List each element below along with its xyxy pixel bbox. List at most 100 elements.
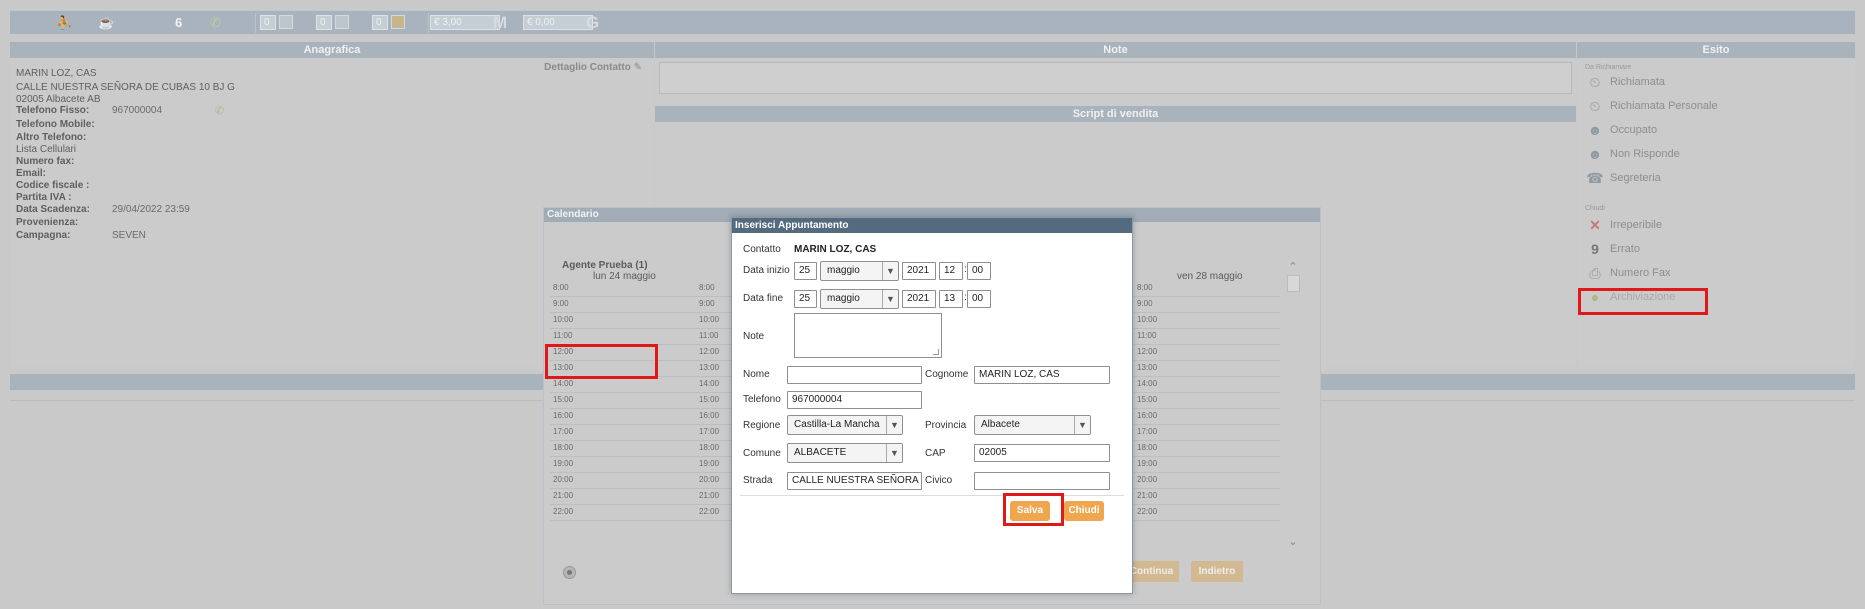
chevron-down-icon: ▼ [886, 416, 902, 434]
telefono-input[interactable]: 967000004 [787, 391, 922, 409]
calendar-slot[interactable]: 10:00 [696, 313, 736, 329]
calendar-slot[interactable]: 17:00 [1134, 425, 1280, 441]
provincia-select[interactable]: Albacete ▼ [974, 415, 1091, 435]
data-inizio-day-input[interactable]: 25 [794, 262, 817, 280]
calendar-slot[interactable]: 13:00 [1134, 361, 1280, 377]
note-textarea[interactable] [794, 313, 942, 358]
edit-icon: ✎ [633, 62, 642, 73]
calendar-slot[interactable]: 9:00 [1134, 297, 1280, 313]
cognome-input[interactable]: MARIN LOZ, CAS [974, 366, 1110, 384]
calendar-slot[interactable]: 16:00 [550, 409, 696, 425]
calendar-slot[interactable]: 22:00 [550, 505, 696, 521]
coffee-icon[interactable]: ☕ [98, 15, 114, 30]
civico-input[interactable] [974, 472, 1110, 490]
calendar-column-2: 8:00 9:00 10:00 11:00 12:00 13:00 14:00 … [696, 281, 736, 521]
calendar-slot[interactable]: 21:00 [550, 489, 696, 505]
calendar-slot[interactable]: 14:00 [1134, 377, 1280, 393]
calendar-slot[interactable]: 12:00 [1134, 345, 1280, 361]
comune-select[interactable]: ALBACETE ▼ [787, 443, 903, 463]
calendar-slot[interactable]: 9:00 [550, 297, 696, 313]
calendar-slot[interactable]: 15:00 [550, 393, 696, 409]
number-nine-icon: 9 [1591, 241, 1599, 257]
lista-cellulari-link[interactable]: Lista Cellulari [16, 144, 76, 155]
calendar-slot[interactable]: 11:00 [1134, 329, 1280, 345]
esito-richiamata-personale[interactable]: ⏲ Richiamata Personale [1585, 96, 1718, 116]
chiudi-button[interactable]: Chiudi [1064, 501, 1104, 521]
indietro-button[interactable]: Indietro [1191, 561, 1243, 582]
calendar-slot[interactable]: 10:00 [1134, 313, 1280, 329]
calendar-slot[interactable]: 15:00 [1134, 393, 1280, 409]
calendar-slot[interactable]: 19:00 [550, 457, 696, 473]
calendar-slot[interactable]: 21:00 [696, 489, 736, 505]
data-inizio-label: Data inizio [743, 265, 790, 276]
calendar-slot[interactable]: 16:00 [1134, 409, 1280, 425]
campagna-value: SEVEN [112, 230, 146, 241]
data-inizio-minute-input[interactable]: 00 [967, 262, 991, 280]
calendar-slot[interactable]: 11:00 [550, 329, 696, 345]
calendar-slot[interactable]: 18:00 [1134, 441, 1280, 457]
cap-label: CAP [925, 448, 946, 459]
calendar-slot[interactable]: 8:00 [550, 281, 696, 297]
dettaglio-contatto-link[interactable]: Dettaglio Contatto ✎ [544, 62, 642, 73]
calendar-slot[interactable]: 22:00 [696, 505, 736, 521]
calendar-slot[interactable]: 18:00 [696, 441, 736, 457]
esito-irreperibile[interactable]: ✕ Irreperibile [1585, 215, 1662, 235]
chevron-up-icon[interactable]: ⌃ [1285, 260, 1301, 273]
calendar-slot[interactable]: 17:00 [550, 425, 696, 441]
esito-occupato[interactable]: ☻ Occupato [1585, 120, 1657, 140]
data-inizio-year-input[interactable]: 2021 [902, 262, 936, 280]
calendar-slot[interactable]: 19:00 [696, 457, 736, 473]
calendar-slot[interactable]: 22:00 [1134, 505, 1280, 521]
calendar-slot[interactable]: 10:00 [550, 313, 696, 329]
calendar-slot[interactable]: 18:00 [550, 441, 696, 457]
calendar-slot[interactable]: 20:00 [1134, 473, 1280, 489]
esito-richiamata[interactable]: ⏲ Richiamata [1585, 72, 1666, 92]
data-inizio-hour-input[interactable]: 12 [939, 262, 963, 280]
data-inizio-month-select[interactable]: maggio ▼ [820, 261, 899, 281]
esito-numero-fax[interactable]: ⎙ Numero Fax [1585, 263, 1670, 283]
calendar-slot[interactable]: 19:00 [1134, 457, 1280, 473]
strada-input[interactable]: CALLE NUESTRA SEÑORA DE CUBAS 10 [787, 472, 922, 490]
data-fine-minute-input[interactable]: 00 [967, 290, 991, 308]
person-no-answer-icon: ☻ [1587, 146, 1603, 162]
chevron-down-icon[interactable]: ⌄ [1285, 535, 1301, 548]
people-chart-icon[interactable]: ⛹ [56, 15, 72, 30]
calendar-slot[interactable]: 20:00 [550, 473, 696, 489]
toolbar-divider [428, 13, 429, 33]
calendar-slot[interactable]: 14:00 [696, 377, 736, 393]
esito-errato[interactable]: 9 Errato [1585, 239, 1640, 259]
phone-icon[interactable]: ✆ [210, 15, 221, 30]
calendar-slot[interactable]: 9:00 [696, 297, 736, 313]
esito-segreteria[interactable]: ☎ Segreteria [1585, 168, 1661, 188]
calendar-slot[interactable]: 14:00 [550, 377, 696, 393]
scrollbar-thumb[interactable] [1286, 275, 1300, 292]
calendar-slot[interactable]: 20:00 [696, 473, 736, 489]
calendar-slot[interactable]: 15:00 [696, 393, 736, 409]
calendar-slot[interactable]: 12:00 [696, 345, 736, 361]
esito-non-risponde[interactable]: ☻ Non Risponde [1585, 144, 1680, 164]
esito-panel: Esito Da Richiamare ⏲ Richiamata ⏲ Richiam… [1577, 42, 1855, 367]
calendar-slot[interactable]: 13:00 [696, 361, 736, 377]
contatto-value: MARIN LOZ, CAS [794, 244, 877, 255]
cap-input[interactable]: 02005 [974, 444, 1110, 462]
call-phone-icon[interactable]: ✆ [215, 104, 224, 117]
calendar-scrollbar[interactable]: ⌃ ⌄ [1285, 260, 1301, 548]
chevron-down-icon: ▼ [882, 262, 898, 280]
contact-address-1: CALLE NUESTRA SEÑORA DE CUBAS 10 BJ G [16, 82, 235, 93]
calendar-slot[interactable]: 8:00 [1134, 281, 1280, 297]
calendar-radio-button[interactable] [563, 566, 576, 579]
data-fine-day-input[interactable]: 25 [794, 290, 817, 308]
data-fine-month-select[interactable]: maggio ▼ [820, 289, 899, 309]
note-textarea[interactable] [659, 62, 1572, 94]
data-fine-year-input[interactable]: 2021 [902, 290, 936, 308]
price-field-2: € 0,00 [523, 15, 593, 30]
nome-input[interactable] [787, 366, 922, 384]
calendar-slot[interactable]: 17:00 [696, 425, 736, 441]
calendar-slot[interactable]: 8:00 [696, 281, 736, 297]
data-fine-hour-input[interactable]: 13 [939, 290, 963, 308]
calendar-slot[interactable]: 21:00 [1134, 489, 1280, 505]
comune-value: ALBACETE [794, 447, 847, 458]
calendar-slot[interactable]: 16:00 [696, 409, 736, 425]
regione-select[interactable]: Castilla-La Mancha ▼ [787, 415, 903, 435]
calendar-slot[interactable]: 11:00 [696, 329, 736, 345]
